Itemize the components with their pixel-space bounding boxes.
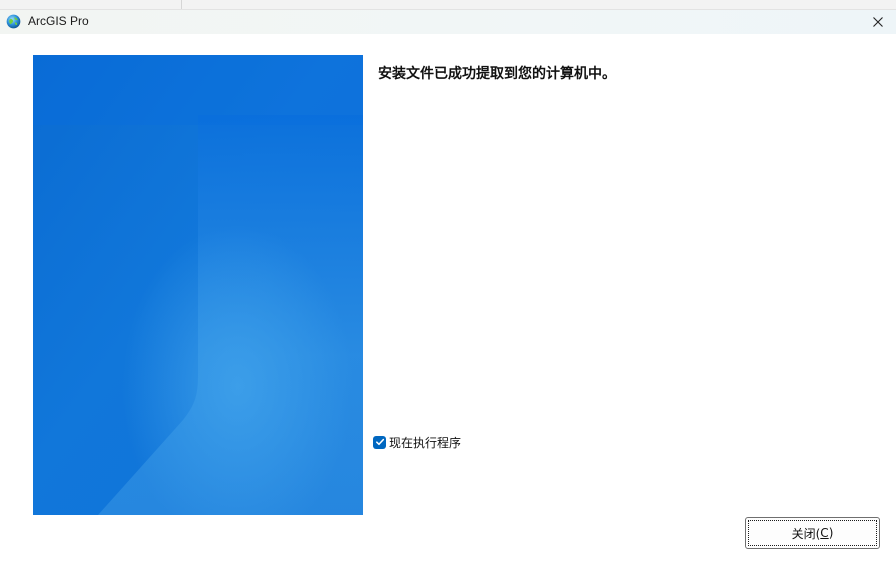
arcgis-globe-icon bbox=[6, 14, 21, 29]
close-button-prefix: 关闭( bbox=[791, 526, 821, 541]
installer-window: ArcGIS Pro 安装文件已成功提取到您的计算机中。 现在执行程序 关闭(… bbox=[0, 9, 896, 569]
close-button-mnemonic: C bbox=[820, 526, 829, 540]
desktop-divider bbox=[181, 0, 182, 9]
close-icon[interactable] bbox=[870, 14, 886, 30]
run-program-checkbox[interactable] bbox=[373, 435, 386, 449]
desktop-background bbox=[0, 0, 896, 9]
installer-banner-image bbox=[33, 55, 363, 515]
close-button[interactable]: 关闭(C) bbox=[745, 517, 880, 549]
close-button-suffix: ) bbox=[828, 526, 834, 540]
run-program-option[interactable]: 现在执行程序 bbox=[373, 434, 461, 450]
title-bar[interactable]: ArcGIS Pro bbox=[0, 10, 896, 34]
window-title: ArcGIS Pro bbox=[28, 14, 89, 28]
success-message: 安装文件已成功提取到您的计算机中。 bbox=[378, 66, 616, 82]
check-icon bbox=[375, 438, 384, 446]
run-program-label[interactable]: 现在执行程序 bbox=[389, 434, 461, 451]
